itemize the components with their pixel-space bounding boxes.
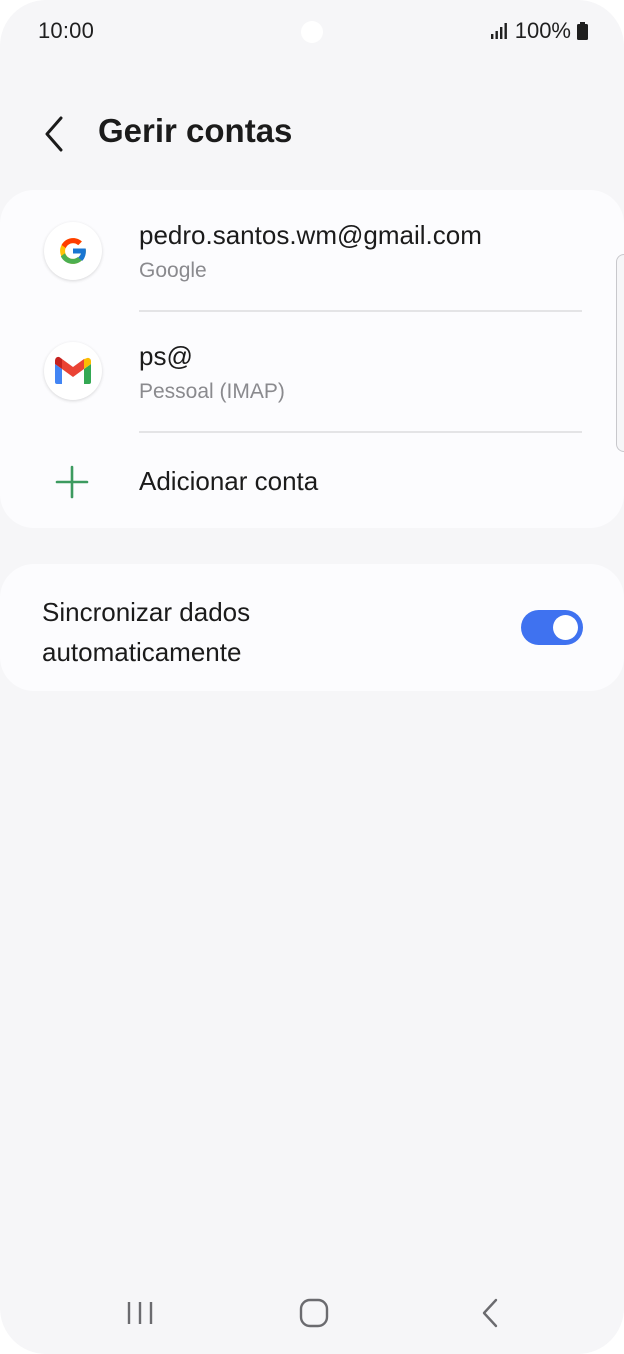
page-title: Gerir contas	[98, 112, 293, 149]
home-icon	[299, 1298, 329, 1328]
back-icon	[482, 1298, 498, 1328]
google-icon	[44, 222, 102, 280]
recents-button[interactable]	[110, 1290, 170, 1336]
divider	[139, 431, 582, 433]
account-email: ps@	[139, 341, 193, 371]
sync-card[interactable]: Sincronizar dados automaticamente	[0, 564, 624, 691]
add-account-button[interactable]: Adicionar conta	[139, 466, 318, 497]
back-button[interactable]	[30, 108, 78, 160]
sync-label: Sincronizar dados automaticamente	[42, 597, 251, 667]
status-indicators: 100%	[490, 18, 588, 44]
account-row-google[interactable]: pedro.santos.wm@gmail.com Google	[0, 190, 624, 311]
status-time: 10:00	[38, 18, 95, 43]
accounts-card: pedro.santos.wm@gmail.com Google ps@ Pes…	[0, 190, 624, 528]
account-type: Pessoal (IMAP)	[139, 380, 285, 403]
recents-icon	[127, 1302, 153, 1324]
plus-icon	[55, 465, 89, 499]
toggle-knob	[553, 615, 578, 640]
settings-screen: 10:00 100% Gerir contas pedro.santos.wm@…	[0, 0, 624, 1354]
battery-icon	[577, 22, 588, 40]
sync-toggle[interactable]	[521, 610, 583, 645]
gmail-icon	[44, 342, 102, 400]
camera-cutout	[301, 21, 323, 43]
nav-back-button[interactable]	[460, 1290, 520, 1336]
home-button[interactable]	[284, 1290, 344, 1336]
signal-icon	[490, 23, 507, 39]
account-email: pedro.santos.wm@gmail.com	[139, 220, 482, 250]
chevron-left-icon	[45, 116, 63, 152]
account-type: Google	[139, 259, 207, 282]
scroll-handle[interactable]	[616, 254, 624, 452]
account-row-imap[interactable]: ps@ Pessoal (IMAP)	[0, 311, 624, 432]
battery-percent: 100%	[514, 18, 571, 43]
